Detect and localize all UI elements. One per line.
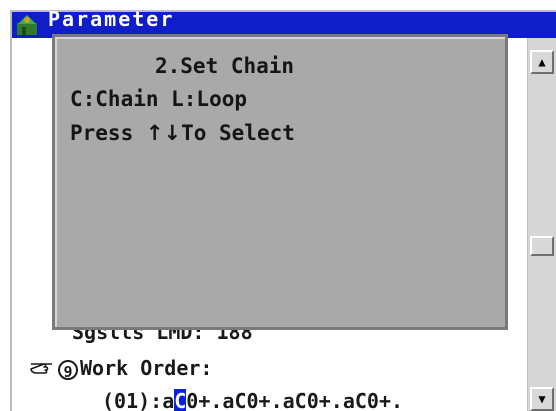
vertical-scrollbar[interactable]: ▲ ▼ [527,38,556,411]
scroll-down-arrow-icon: ▼ [538,392,546,406]
work-order-prefix: (01):a [102,389,175,411]
press-label: Press [70,121,134,145]
scroll-down-button[interactable]: ▼ [530,387,554,411]
text-cursor[interactable]: C [174,389,187,411]
app-icon [17,15,37,35]
set-chain-dialog: 2.Set Chain C:Chain L:Loop Press ↑↓To Se… [52,34,508,330]
dialog-options: C:Chain L:Loop [70,87,248,111]
work-order-value[interactable]: (01):aC0+.aC0+.aC0+.aC0+. [102,389,403,411]
dialog-title: 2.Set Chain [155,54,295,78]
parameter-window: Parameter Sgslls LMD: 188 9 Work Order: (… [10,7,556,411]
pointing-hand-icon [30,356,58,380]
scroll-up-arrow-icon: ▲ [538,55,546,69]
item-number-badge: 9 [58,359,78,381]
scroll-up-button[interactable]: ▲ [530,50,554,74]
work-order-suffix: 0+.aC0+.aC0+.aC0+. [186,389,404,411]
scroll-thumb[interactable] [530,236,554,256]
dialog-instruction: Press ↑↓To Select [70,121,295,145]
up-arrow-icon: ↑ [145,121,164,145]
work-order-label: Work Order: [80,356,213,380]
window-title: Parameter [48,7,175,31]
list-item-work-order[interactable]: 9 Work Order: [30,356,213,381]
select-label: To Select [181,121,295,145]
down-arrow-icon: ↓ [163,121,182,145]
